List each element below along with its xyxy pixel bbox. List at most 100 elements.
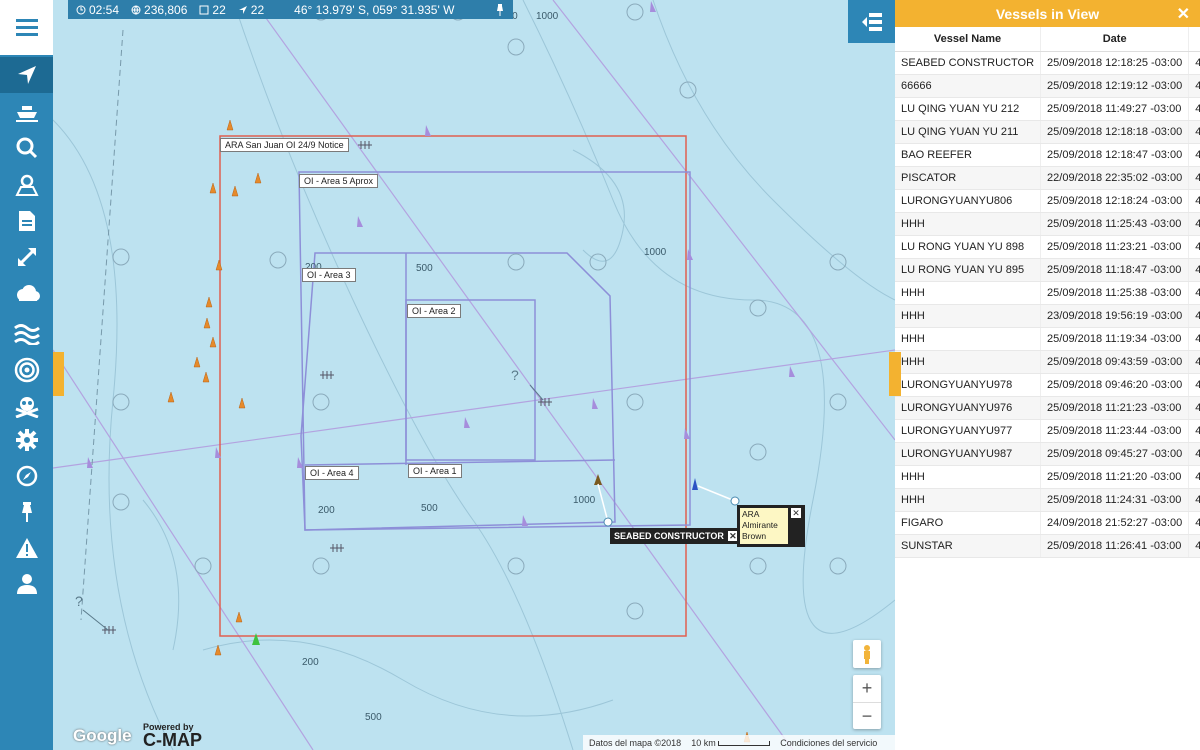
vessel-lat-cell: 45° — [1188, 396, 1200, 420]
panel-title: Vessels in View — [995, 5, 1100, 22]
clock-item: 02:54 — [76, 3, 119, 17]
vessel-lat-cell: 46° — [1188, 97, 1200, 121]
terms-link[interactable]: Condiciones del servicio — [780, 738, 877, 748]
table-row[interactable]: HHH25/09/2018 09:43:59 -03:0046° — [895, 350, 1200, 374]
table-row[interactable]: LU QING YUAN YU 212 25/09/2018 11:49:27 -… — [895, 97, 1200, 121]
table-row[interactable]: SUNSTAR25/09/2018 11:26:41 -03:0046° — [895, 534, 1200, 558]
table-row[interactable]: HHH25/09/2018 11:24:31 -03:0045° — [895, 488, 1200, 512]
table-row[interactable]: LURONGYUANYU806 25/09/2018 12:18:24 -03:0… — [895, 189, 1200, 213]
column-header-date[interactable]: Date — [1040, 27, 1190, 52]
column-header-name[interactable]: Vessel Name — [895, 27, 1042, 52]
vessel-date-cell: 25/09/2018 11:26:41 -03:00 — [1040, 534, 1190, 558]
table-row[interactable]: LU RONG YUAN YU 898 25/09/2018 11:23:21 -… — [895, 235, 1200, 259]
column-header-lat[interactable]: L — [1188, 27, 1200, 52]
vessel-popup-seabed[interactable]: SEABED CONSTRUCTOR ✕ — [610, 528, 742, 544]
vessel-lat-cell: 46° — [1188, 350, 1200, 374]
compass-icon[interactable] — [0, 458, 53, 494]
ship-icon[interactable] — [0, 96, 53, 132]
table-row[interactable]: LU QING YUAN YU 211 25/09/2018 12:18:18 -… — [895, 120, 1200, 144]
vessel-lat-cell: 46° — [1188, 51, 1200, 75]
map-canvas[interactable]: ? ? 500 1000 500 1000 1000 500 200 200 5… — [53, 0, 895, 750]
time-value: 02:54 — [89, 2, 120, 17]
table-row[interactable]: HHH25/09/2018 11:21:20 -03:0045° — [895, 465, 1200, 489]
vessel-lat-cell: 46° — [1188, 511, 1200, 535]
area-label-area1[interactable]: OI - Area 1 — [408, 464, 462, 478]
area-label-area4[interactable]: OI - Area 4 — [305, 466, 359, 480]
left-collapse-tab[interactable] — [53, 352, 64, 396]
vessel-name-cell: LURONGYUANYU977 — [895, 419, 1042, 443]
table-row[interactable]: LURONGYUANYU987 25/09/2018 09:45:27 -03:0… — [895, 442, 1200, 466]
vessel-name-cell: PISCATOR — [895, 166, 1042, 190]
table-row[interactable]: SEABED CONSTRUCTOR 25/09/2018 12:18:25 -0… — [895, 51, 1200, 75]
vessel-date-cell: 25/09/2018 11:21:20 -03:00 — [1040, 465, 1190, 489]
vessel-date-cell: 25/09/2018 09:45:27 -03:00 — [1040, 442, 1190, 466]
vessel-popup-line: Brown — [742, 531, 767, 541]
area-label-area5[interactable]: OI - Area 5 Aprox — [299, 174, 379, 188]
zoom-in-button[interactable]: + — [853, 675, 881, 703]
vessel-date-cell: 25/09/2018 11:18:47 -03:00 — [1040, 258, 1190, 282]
menu-icon[interactable] — [0, 0, 53, 55]
table-row[interactable]: HHH25/09/2018 11:25:38 -03:0045° — [895, 281, 1200, 305]
vessel-name-cell: FIGARO — [895, 511, 1042, 535]
vessel-popup-line: ARA — [742, 509, 760, 519]
users-value: 236,806 — [144, 2, 188, 17]
search-icon[interactable] — [0, 130, 53, 166]
vessel-date-cell: 25/09/2018 11:24:31 -03:00 — [1040, 488, 1190, 512]
vessel-date-cell: 25/09/2018 12:18:47 -03:00 — [1040, 143, 1190, 167]
vessel-popup-name: SEABED CONSTRUCTOR — [614, 531, 724, 541]
map-pin-icon[interactable] — [0, 167, 53, 203]
waves-icon[interactable] — [0, 316, 53, 352]
settings-gear-icon[interactable] — [0, 422, 53, 458]
navigate-icon[interactable] — [0, 57, 53, 93]
area-label-area2[interactable]: OI - Area 2 — [407, 304, 461, 318]
vessel-lat-cell: 45° — [1188, 327, 1200, 351]
vessel-name-cell: HHH — [895, 281, 1042, 305]
table-row[interactable]: HHH25/09/2018 11:25:43 -03:0045° — [895, 212, 1200, 236]
table-row[interactable]: HHH25/09/2018 11:19:34 -03:0045° — [895, 327, 1200, 351]
user-icon[interactable] — [0, 566, 53, 602]
vessel-date-cell: 25/09/2018 11:21:23 -03:00 — [1040, 396, 1190, 420]
vessel-date-cell: 25/09/2018 11:49:27 -03:00 — [1040, 97, 1190, 121]
vessel-name-cell: LU RONG YUAN YU 895 — [895, 258, 1042, 282]
pin-icon[interactable] — [495, 3, 505, 16]
table-row[interactable]: LURONGYUANYU977 25/09/2018 11:23:44 -03:0… — [895, 419, 1200, 443]
skull-icon[interactable] — [0, 388, 53, 424]
vessels-item: 22 — [238, 3, 264, 17]
expand-icon[interactable] — [0, 239, 53, 275]
table-row[interactable]: LURONGYUANYU976 25/09/2018 11:21:23 -03:0… — [895, 396, 1200, 420]
depth-label: 1000 — [573, 495, 596, 506]
vessel-lat-cell: 46° — [1188, 166, 1200, 190]
square-icon — [199, 5, 209, 14]
table-row[interactable]: FIGARO24/09/2018 21:52:27 -03:0046° — [895, 511, 1200, 535]
messages-item: 22 — [199, 3, 226, 17]
vessel-date-cell: 25/09/2018 09:46:20 -03:00 — [1040, 373, 1190, 397]
vessel-name-cell: HHH — [895, 465, 1042, 489]
close-icon[interactable]: ✕ — [791, 508, 801, 518]
area-label-area3[interactable]: OI - Area 3 — [302, 268, 356, 282]
vessel-lat-cell: 45° — [1188, 212, 1200, 236]
warning-icon[interactable] — [0, 530, 53, 566]
layers-toggle-icon[interactable] — [848, 0, 895, 43]
table-row[interactable]: LU RONG YUAN YU 895 25/09/2018 11:18:47 -… — [895, 258, 1200, 282]
table-row[interactable]: PISCATOR22/09/2018 22:35:02 -03:0046° — [895, 166, 1200, 190]
vessel-name-cell: HHH — [895, 327, 1042, 351]
map-scale[interactable]: 10 km — [691, 738, 771, 748]
zoom-out-button[interactable]: − — [853, 703, 881, 729]
document-icon[interactable] — [0, 203, 53, 239]
table-row[interactable]: 6666625/09/2018 12:19:12 -03:0046° — [895, 74, 1200, 98]
radar-icon[interactable] — [0, 352, 53, 388]
map-data-credit[interactable]: Datos del mapa ©2018 — [589, 738, 681, 748]
vessel-lat-cell: 46° — [1188, 120, 1200, 144]
pegman-icon[interactable] — [853, 640, 881, 668]
vessel-lat-cell: 46° — [1188, 189, 1200, 213]
area-label-notice[interactable]: ARA San Juan OI 24/9 Notice — [220, 138, 349, 152]
vessel-popup-ara[interactable]: ARA Almirante Brown ✕ — [737, 505, 805, 547]
panel-collapse-tab[interactable] — [895, 352, 901, 396]
pin-icon[interactable] — [0, 494, 53, 530]
close-icon[interactable]: ✕ — [1177, 4, 1190, 24]
table-row[interactable]: BAO REEFER25/09/2018 12:18:47 -03:0046° — [895, 143, 1200, 167]
cloud-icon[interactable] — [0, 275, 53, 311]
cmap-logo: Powered by C-MAP — [143, 722, 202, 749]
table-row[interactable]: HHH23/09/2018 19:56:19 -03:0045° — [895, 304, 1200, 328]
table-row[interactable]: LURONGYUANYU978 25/09/2018 09:46:20 -03:0… — [895, 373, 1200, 397]
